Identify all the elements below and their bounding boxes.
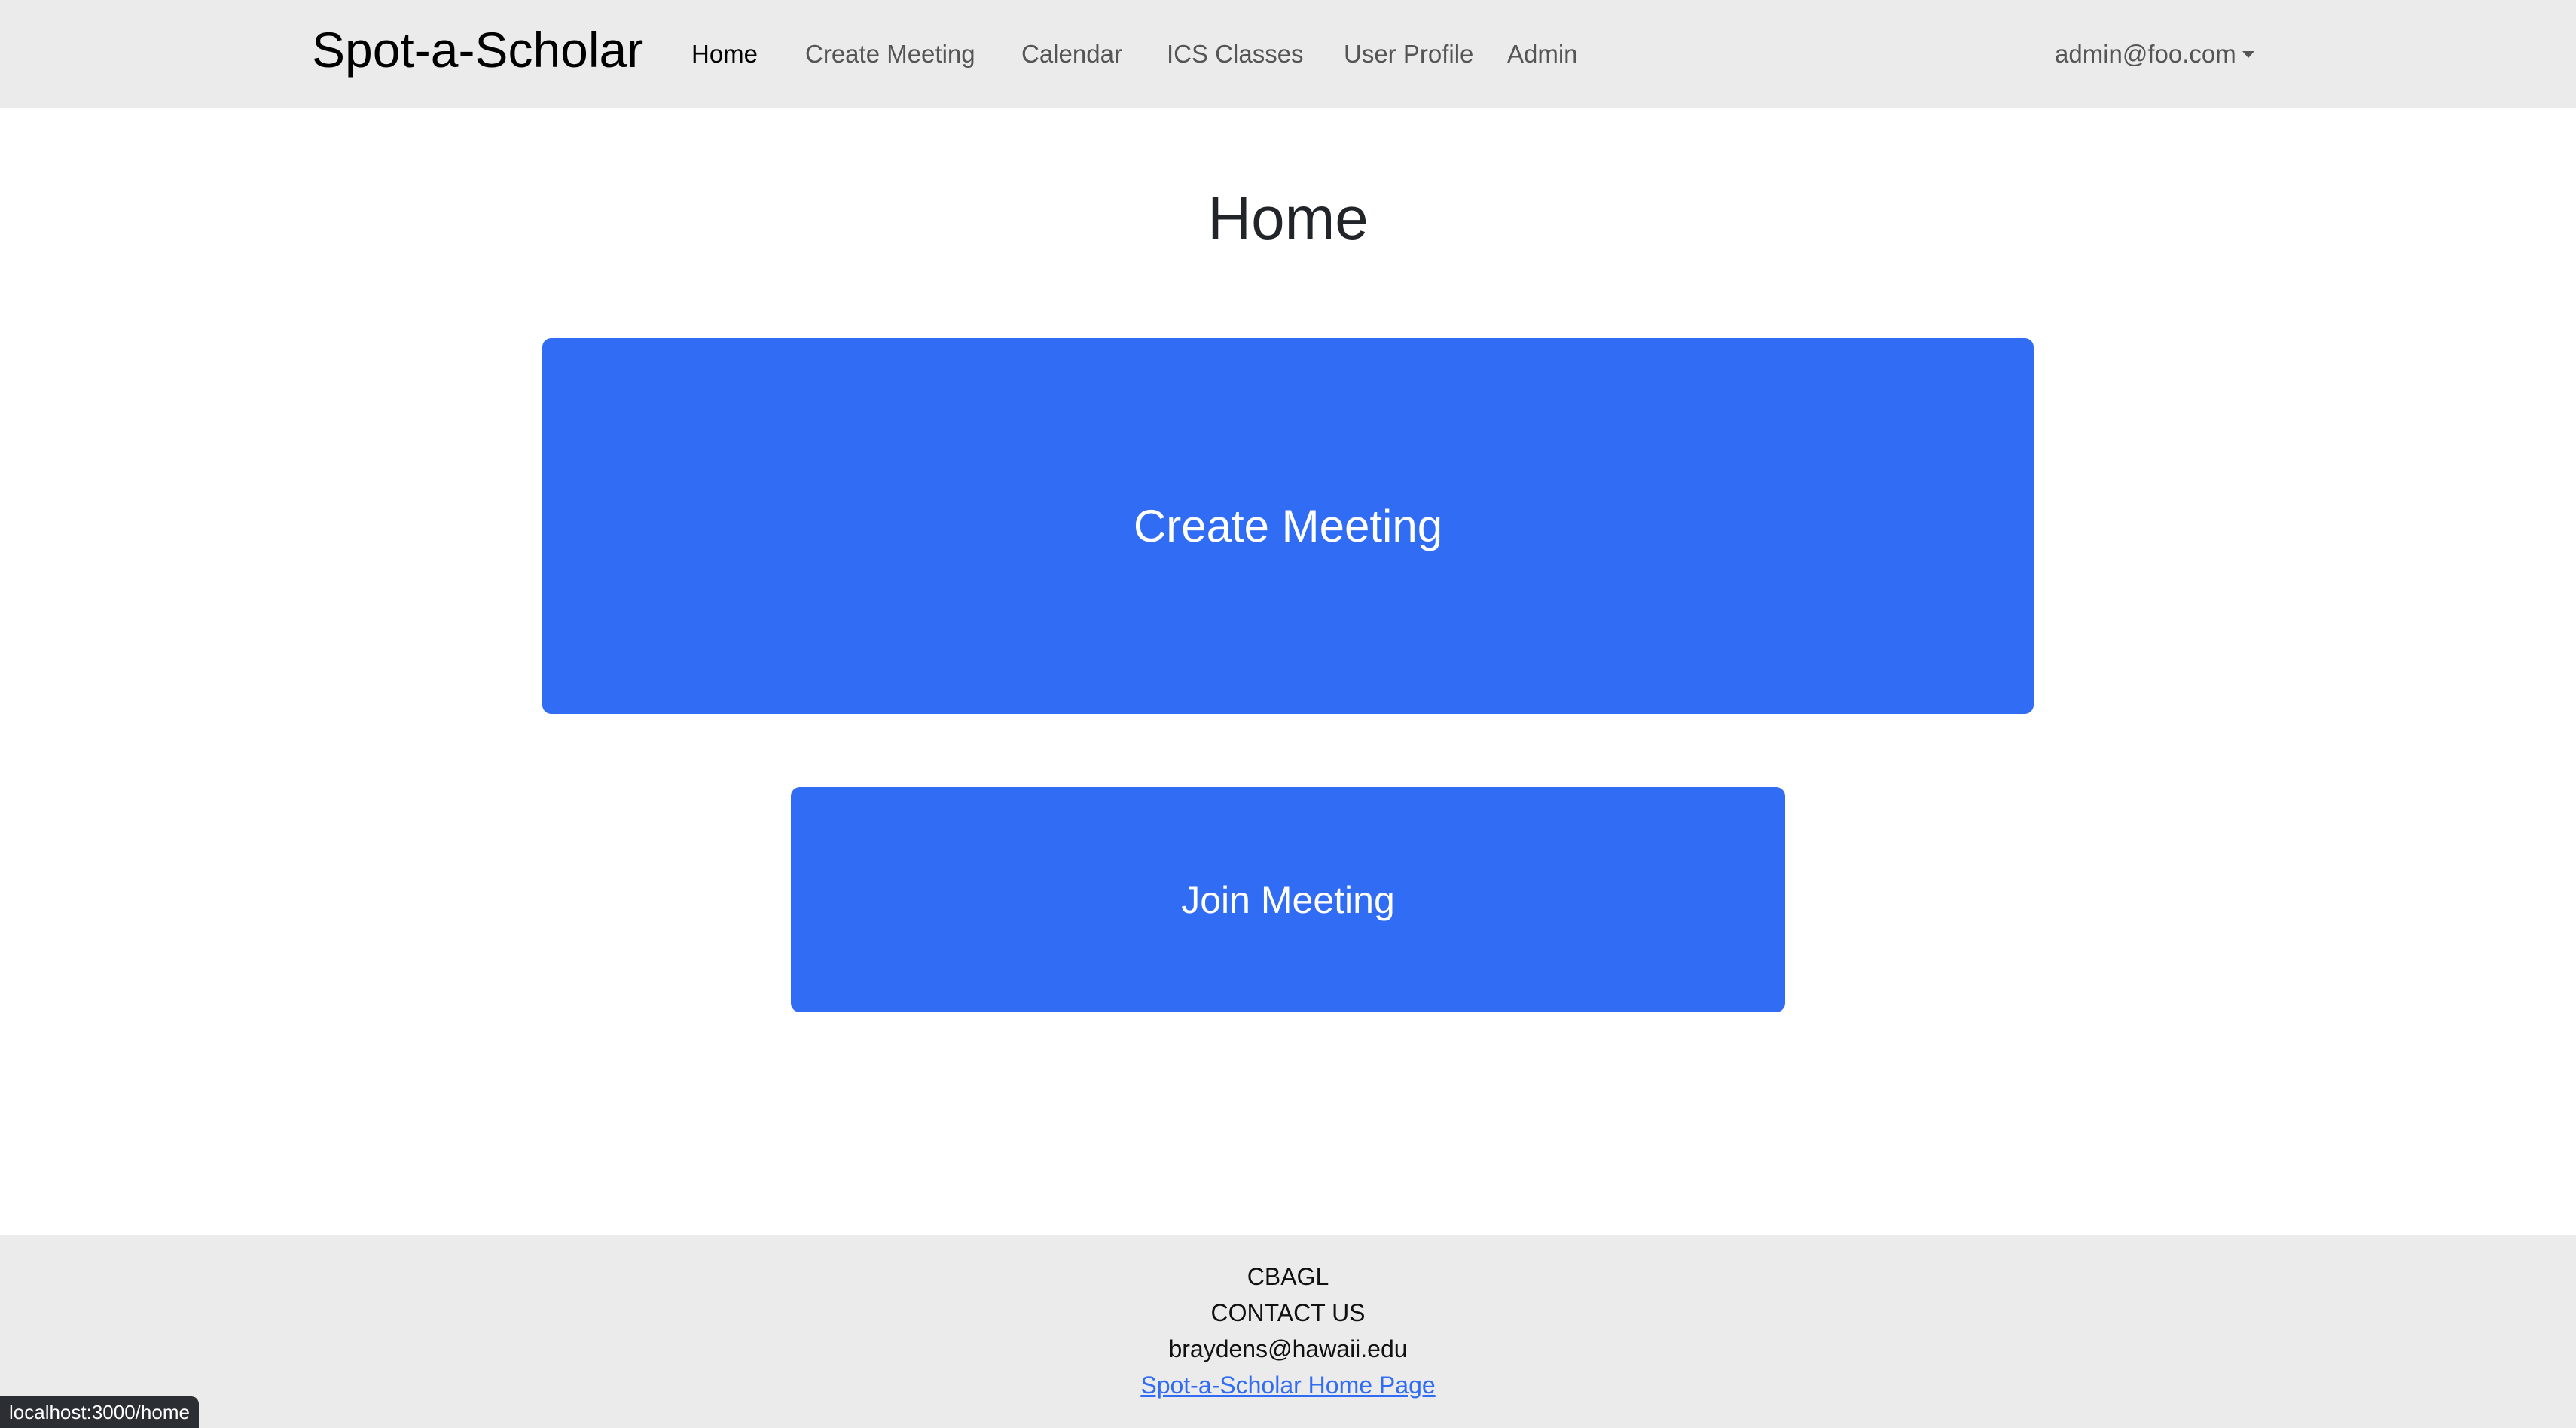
footer-home-page-link[interactable]: Spot-a-Scholar Home Page [1140, 1372, 1435, 1399]
top-navbar: Spot-a-Scholar Home Create Meeting Calen… [0, 0, 2576, 108]
join-meeting-button-label: Join Meeting [1181, 878, 1395, 921]
nav-link-create-meeting[interactable]: Create Meeting [805, 38, 975, 71]
nav-link-calendar[interactable]: Calendar [1021, 38, 1122, 71]
footer-link-row: Spot-a-Scholar Home Page [0, 1368, 2576, 1402]
join-meeting-button[interactable]: Join Meeting [791, 787, 1785, 1012]
nav-link-home[interactable]: Home [691, 38, 758, 71]
nav-link-user-profile[interactable]: User Profile [1344, 38, 1473, 71]
brand-logo-link[interactable]: Spot-a-Scholar [312, 20, 643, 80]
page: Spot-a-Scholar Home Create Meeting Calen… [0, 0, 2576, 1428]
window-edge [2571, 108, 2576, 1428]
nav-link-ics-classes[interactable]: ICS Classes [1167, 38, 1304, 71]
page-title: Home [1207, 185, 1369, 252]
footer-email: braydens@hawaii.edu [1168, 1335, 1408, 1362]
footer-org: CBAGL [1247, 1263, 1329, 1290]
footer: CBAGL CONTACT US braydens@hawaii.edu Spo… [0, 1235, 2576, 1428]
create-meeting-button[interactable]: Create Meeting [542, 338, 2034, 714]
create-meeting-button-label: Create Meeting [1133, 501, 1443, 551]
nav-link-admin[interactable]: Admin [1507, 38, 1578, 71]
caret-down-icon [2242, 50, 2254, 58]
user-email-label: admin@foo.com [2055, 40, 2236, 68]
footer-contact-heading: CONTACT US [1210, 1299, 1366, 1326]
user-dropdown[interactable]: admin@foo.com [2055, 38, 2254, 71]
status-bar-url: localhost:3000/home [0, 1396, 199, 1428]
